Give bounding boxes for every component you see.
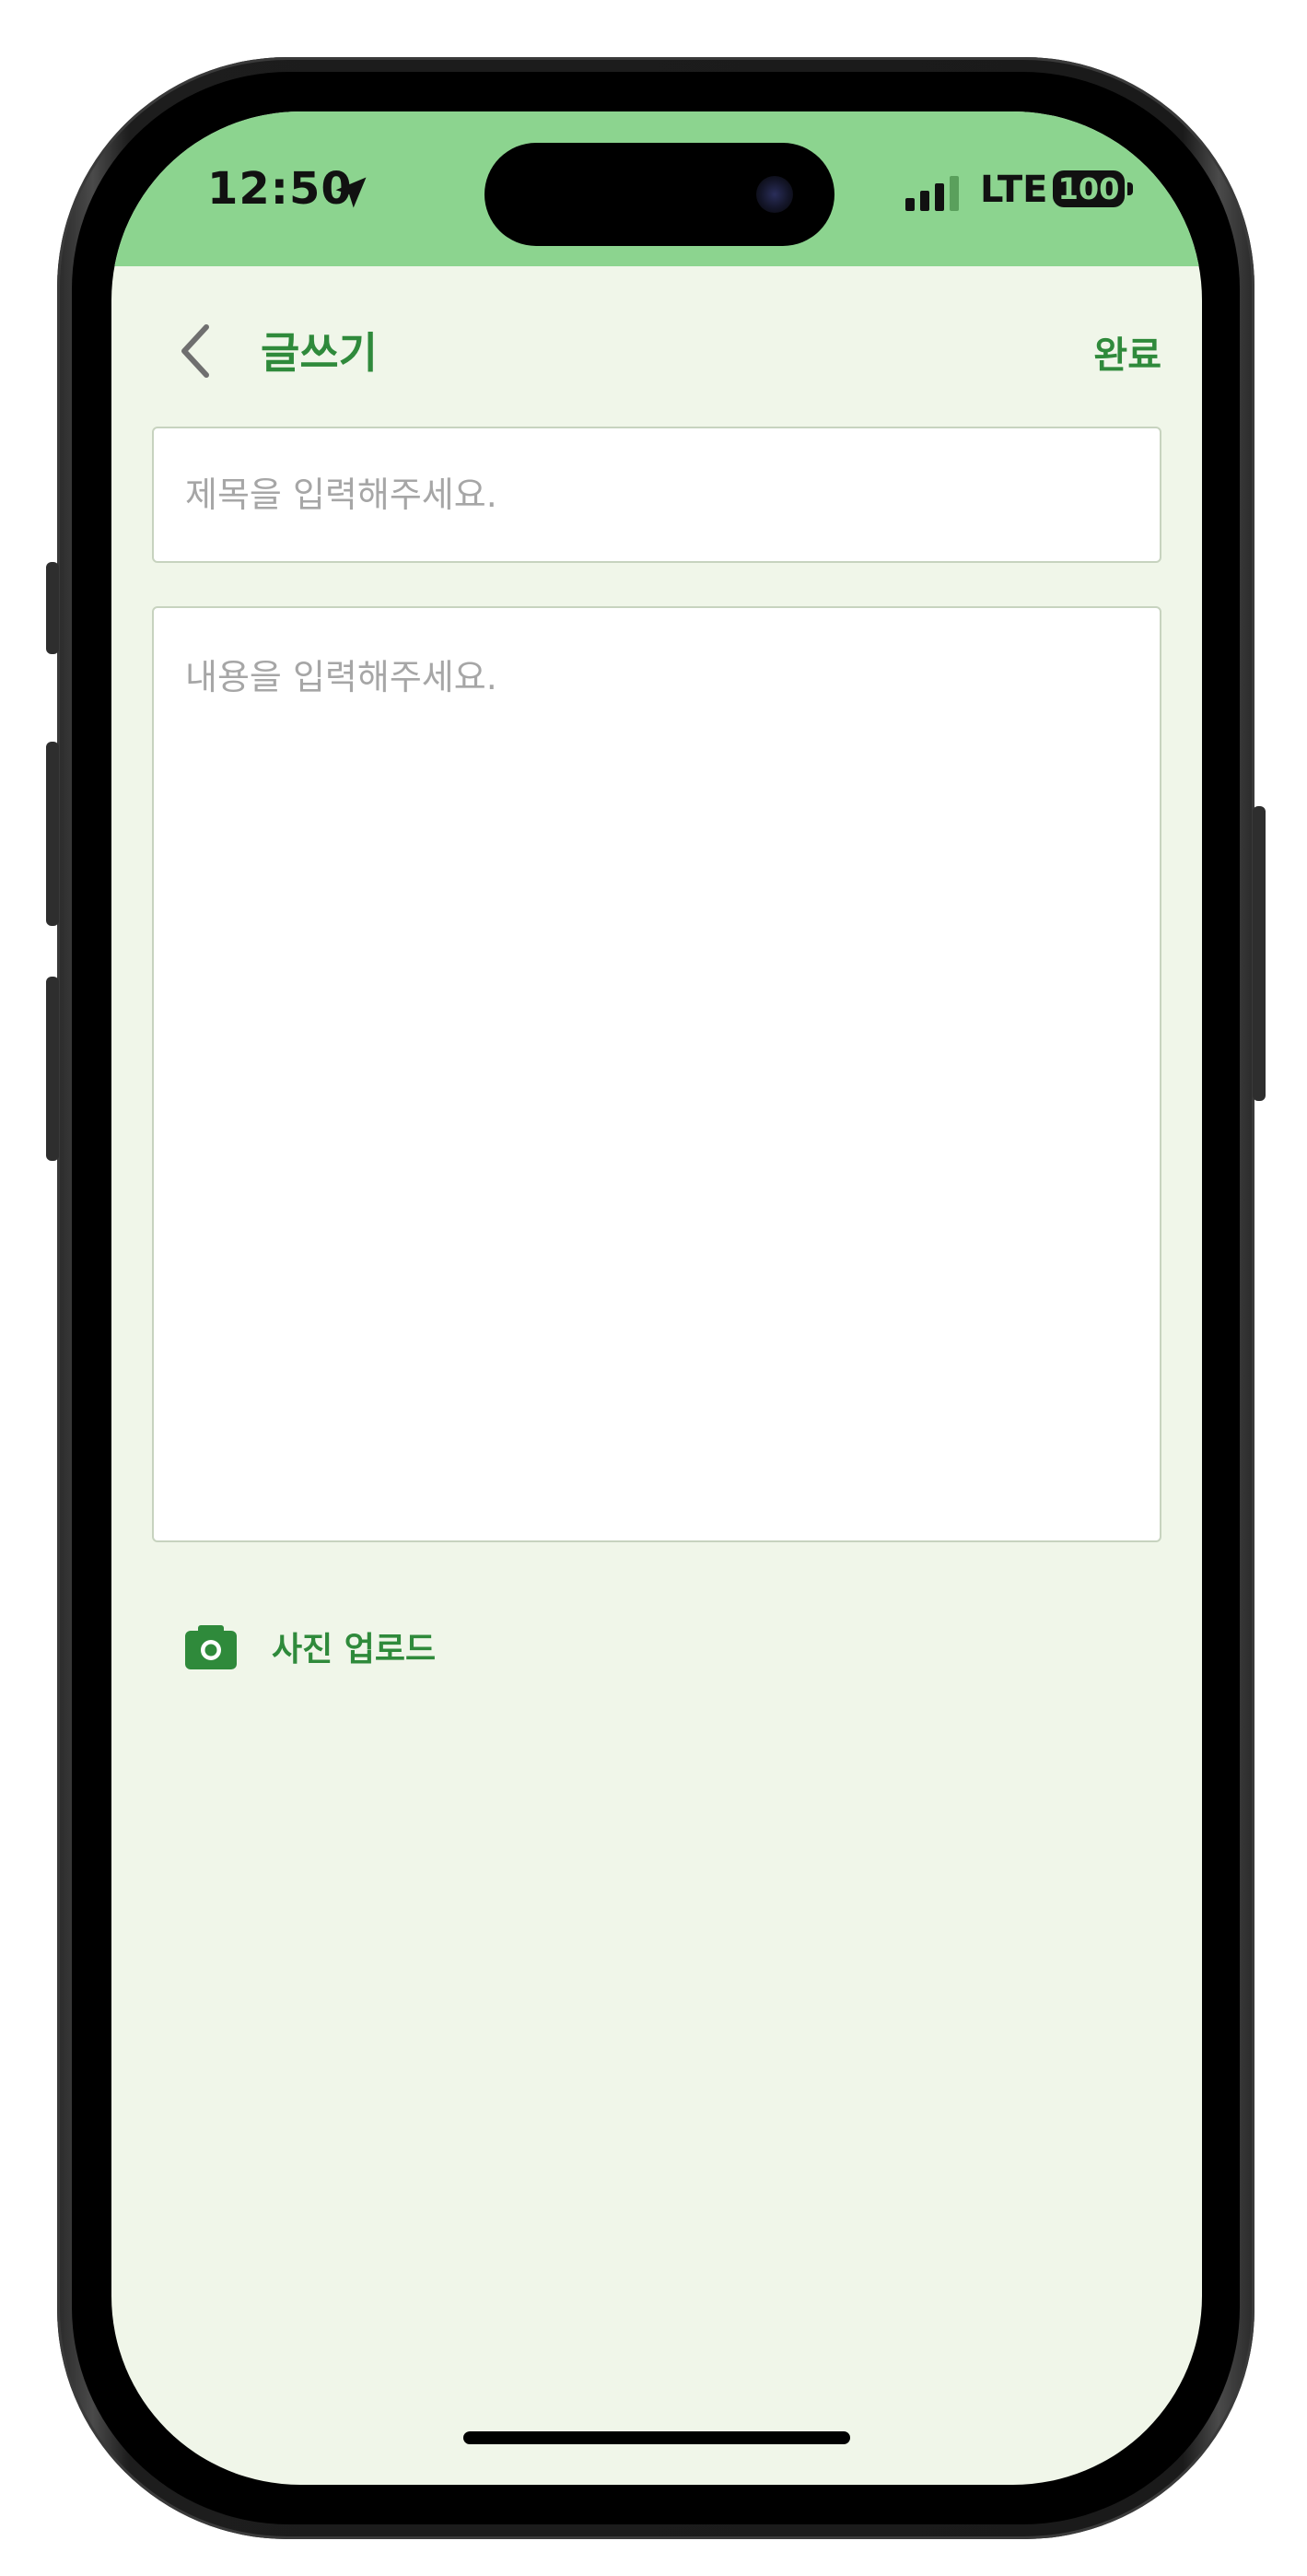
title-input[interactable]: [152, 427, 1161, 563]
power-button: [1253, 806, 1266, 1101]
done-button[interactable]: 완료: [1093, 325, 1161, 379]
signal-icon: [905, 176, 959, 211]
photo-upload-button[interactable]: 사진 업로드: [185, 1613, 436, 1680]
page-title: 글쓰기: [261, 328, 378, 378]
chevron-left-icon: [181, 324, 209, 378]
volume-down-button: [46, 977, 59, 1161]
battery-icon: 100: [1053, 170, 1125, 207]
battery-tip: [1127, 182, 1133, 195]
status-bar: 12:50 LTE 100: [111, 111, 1202, 266]
home-indicator[interactable]: [463, 2431, 850, 2444]
location-arrow-icon: [335, 177, 367, 208]
screen: 12:50 LTE 100 글쓰기 완료 사진 업: [111, 111, 1202, 2485]
photo-upload-label: 사진 업로드: [272, 1631, 437, 1669]
action-button: [46, 562, 59, 654]
volume-up-button: [46, 742, 59, 926]
battery-level: 100: [1057, 171, 1120, 206]
front-camera: [756, 176, 793, 213]
camera-icon: [185, 1625, 237, 1669]
network-type: LTE: [980, 169, 1048, 211]
back-button[interactable]: [162, 310, 228, 392]
content-textarea[interactable]: [152, 606, 1161, 1542]
